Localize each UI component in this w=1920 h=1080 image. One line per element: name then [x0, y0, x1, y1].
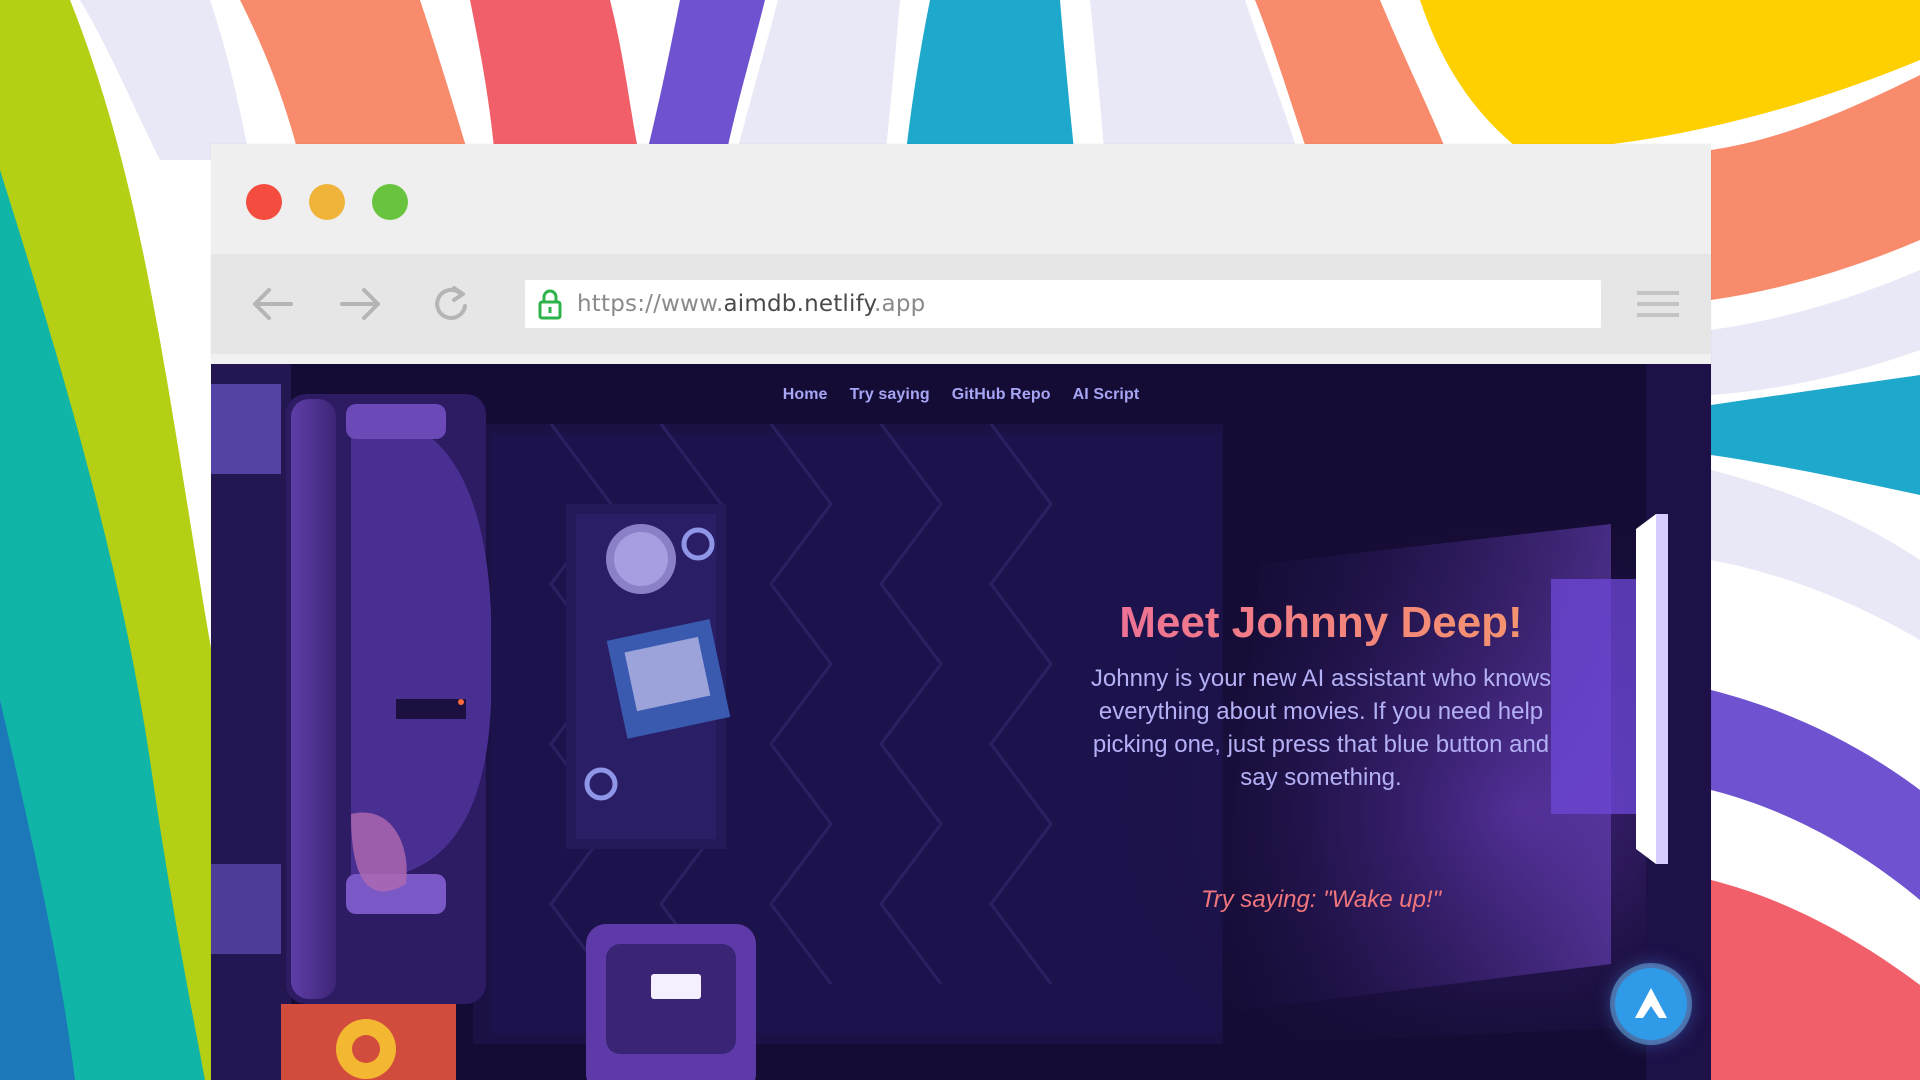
nav-link-home[interactable]: Home [783, 386, 828, 404]
browser-toolbar: https://www.aimdb.netlify.app [211, 254, 1711, 354]
hamburger-menu-icon[interactable] [1637, 289, 1679, 319]
back-button[interactable] [247, 284, 297, 324]
url-prefix: https://www. [577, 291, 724, 317]
url-suffix: .app [874, 291, 926, 317]
arrow-left-icon [253, 288, 293, 320]
hero-title: Meet Johnny Deep! [1051, 598, 1591, 648]
nav-link-ai-script[interactable]: AI Script [1073, 386, 1140, 404]
reload-button[interactable] [427, 284, 477, 324]
nav-link-github-repo[interactable]: GitHub Repo [952, 386, 1051, 404]
lock-icon [538, 289, 562, 320]
address-bar[interactable]: https://www.aimdb.netlify.app [525, 280, 1601, 328]
reload-icon [435, 286, 467, 320]
nav-link-try-saying[interactable]: Try saying [850, 386, 930, 404]
minimize-window-button[interactable] [309, 184, 345, 220]
url-host: aimdb.netlify [723, 291, 875, 317]
browser-titlebar [211, 144, 1711, 254]
web-page: Home Try saying GitHub Repo AI Script Meet … [211, 364, 1711, 1080]
maximize-window-button[interactable] [372, 184, 408, 220]
try-saying-text: Try saying: "Wake up!" [1200, 886, 1442, 913]
hero-section: Meet Johnny Deep! Johnny is your new AI … [1051, 598, 1591, 794]
forward-button[interactable] [336, 284, 386, 324]
arrow-right-icon [340, 288, 380, 320]
hero-description: Johnny is your new AI assistant who know… [1090, 665, 1552, 791]
voice-assistant-button[interactable] [1615, 968, 1687, 1040]
alan-ai-logo-icon [1635, 988, 1667, 1018]
close-window-button[interactable] [246, 184, 282, 220]
url-text: https://www.aimdb.netlify.app [577, 291, 925, 317]
browser-window: https://www.aimdb.netlify.app Home Try s… [211, 144, 1711, 1080]
site-nav: Home Try saying GitHub Repo AI Script [211, 386, 1711, 404]
